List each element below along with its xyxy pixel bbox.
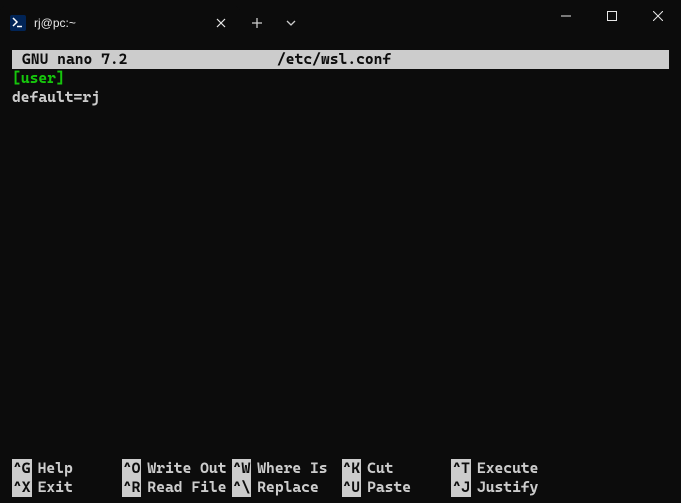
shortcut-key: ^W [232,459,252,478]
nano-header-bar: GNU nano 7.2 /etc/wsl.conf [12,50,669,69]
shortcut-execute: ^TExecute [451,459,559,478]
minimize-button[interactable] [543,0,589,32]
terminal-viewport[interactable]: GNU nano 7.2 /etc/wsl.conf [user] defaul… [0,40,681,503]
shortcut-key: ^G [12,459,32,478]
config-line: default=rj [12,88,669,107]
shortcut-action: Where Is [251,459,327,478]
shortcut-action: Replace [251,478,319,497]
shortcut-key: ^O [122,459,142,478]
tab-controls [240,0,308,40]
shortcut-readfile: ^RRead File [122,478,230,497]
shortcut-action: Execute [471,459,539,478]
shortcut-key: ^K [342,459,362,478]
shortcut-action: Help [32,459,73,478]
powershell-icon [10,15,26,31]
nano-app-name: GNU nano 7.2 [12,50,277,69]
shortcut-key: ^T [451,459,471,478]
shortcut-justify: ^JJustify [451,478,559,497]
nano-editor-body[interactable]: [user] default=rj [12,69,669,459]
window-titlebar: rj@pc:~ [0,0,681,40]
shortcut-exit: ^XExit [12,478,120,497]
terminal-tab[interactable]: rj@pc:~ [0,6,240,40]
shortcut-action: Read File [141,478,226,497]
nano-shortcut-bar: ^GHelp ^OWrite Out ^WWhere Is ^KCut ^TEx… [12,459,669,503]
nano-file-path: /etc/wsl.conf [277,50,391,69]
shortcut-help: ^GHelp [12,459,120,478]
window-controls [543,0,681,40]
shortcut-whereis: ^WWhere Is [232,459,340,478]
tab-dropdown-button[interactable] [274,6,308,40]
tab-close-button[interactable] [212,14,230,32]
maximize-button[interactable] [589,0,635,32]
shortcut-key: ^R [122,478,142,497]
shortcut-key: ^U [342,478,362,497]
shortcut-key: ^\ [232,478,252,497]
shortcut-action: Write Out [141,459,226,478]
shortcut-cut: ^KCut [342,459,450,478]
shortcut-paste: ^UPaste [342,478,450,497]
shortcut-replace: ^\Replace [232,478,340,497]
shortcut-action: Exit [32,478,73,497]
tab-title: rj@pc:~ [34,16,204,30]
window-close-button[interactable] [635,0,681,32]
config-section-header: [user] [12,69,669,88]
new-tab-button[interactable] [240,6,274,40]
shortcut-key: ^X [12,478,32,497]
shortcut-action: Justify [471,478,539,497]
shortcut-action: Paste [361,478,411,497]
shortcut-action: Cut [361,459,393,478]
shortcut-key: ^J [451,478,471,497]
shortcut-writeout: ^OWrite Out [122,459,230,478]
